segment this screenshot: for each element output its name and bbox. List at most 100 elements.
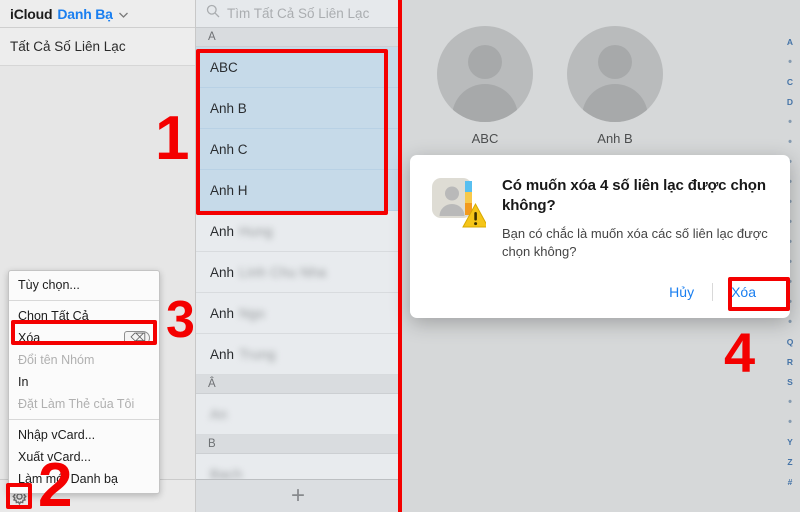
add-contact-button[interactable]: + [291, 484, 305, 508]
contact-row[interactable]: Anh Ngo [196, 293, 400, 334]
panel-divider-line [398, 0, 402, 512]
menu-separator [9, 419, 159, 420]
avatar[interactable]: ABC [437, 26, 533, 146]
cancel-button[interactable]: Hủy [655, 280, 708, 304]
step-marker-1: 1 [155, 104, 190, 173]
avatar-label: Anh B [597, 131, 633, 146]
dialog-actions: Hủy Xóa [430, 262, 770, 318]
alphabet-index-item[interactable]: • [788, 392, 792, 412]
contact-row[interactable]: Anh Trung [196, 334, 400, 375]
contact-name-redacted: Trung [239, 346, 276, 362]
alphabet-index-item[interactable]: A [787, 32, 793, 52]
menu-item-preferences[interactable]: Tùy chọn... [9, 274, 159, 296]
alphabet-index-item[interactable]: • [788, 52, 792, 72]
sidebar-header[interactable]: iCloud Danh Bạ [0, 0, 195, 28]
section-header: B [196, 435, 400, 454]
menu-item-import-vcard[interactable]: Nhập vCard... [9, 424, 159, 446]
contact-name: Anh C [210, 141, 248, 157]
contact-row-anh-b[interactable]: Anh B [196, 88, 400, 129]
menu-item-print[interactable]: In [9, 371, 159, 393]
menu-item-label: Tùy chọn... [18, 278, 80, 292]
delete-confirmation-dialog: Có muốn xóa 4 số liên lạc được chọn khôn… [410, 155, 790, 318]
contacts-warning-icon [430, 175, 489, 231]
person-avatar-icon [567, 26, 663, 122]
menu-item-label: In [18, 375, 29, 389]
icloud-brand-label: iCloud [10, 5, 53, 22]
alphabet-index-item[interactable]: • [788, 412, 792, 432]
search-glyph [206, 4, 220, 18]
contact-row-anh-h[interactable]: Anh H [196, 170, 400, 211]
chevron-down-glyph [118, 12, 128, 18]
section-header: Â [196, 375, 400, 394]
contact-name-redacted: Hung [239, 223, 273, 239]
contact-name: Anh [210, 346, 235, 362]
contact-name: Anh [210, 264, 235, 280]
dialog-title: Có muốn xóa 4 số liên lạc được chọn khôn… [502, 177, 766, 214]
menu-item-select-all[interactable]: Chọn Tất Cả [9, 305, 159, 327]
alphabet-index-item[interactable]: S [787, 372, 793, 392]
search-icon [206, 4, 220, 23]
contact-list-column: Tìm Tất Cả Số Liên Lạc A ABC Anh B Anh C… [196, 0, 401, 512]
menu-item-label: Nhập vCard... [18, 428, 96, 442]
contact-list-scroll[interactable]: A ABC Anh B Anh C Anh H Anh Hung Anh Lin… [196, 28, 400, 479]
contact-name: Anh [210, 223, 235, 239]
contact-name: Anh H [210, 182, 248, 198]
contact-name-redacted: An [210, 406, 228, 422]
chevron-down-icon[interactable] [118, 10, 128, 20]
menu-item-refresh-contacts[interactable]: Làm mới Danh bạ [9, 468, 159, 490]
contact-row[interactable]: Anh Linh Chu Nha [196, 252, 400, 293]
step-marker-2: 2 [38, 451, 73, 512]
section-header: A [196, 28, 400, 47]
contact-name-redacted: Ngo [239, 305, 265, 321]
contact-name-redacted: Linh Chu Nha [239, 264, 327, 280]
contact-list-toolbar: + [196, 479, 400, 512]
menu-item-label: Chọn Tất Cả [18, 309, 89, 323]
selected-contacts-avatars: ABC Anh B [401, 0, 800, 146]
sidebar-item-label: Tất Cả Số Liên Lạc [10, 39, 126, 54]
contact-row[interactable]: An [196, 394, 400, 435]
alphabet-index-item[interactable]: Z [787, 452, 792, 472]
delete-key-icon: ⌫ [124, 331, 150, 345]
app-name-label: Danh Bạ [57, 5, 113, 22]
alphabet-index-item[interactable]: R [787, 352, 793, 372]
search-bar[interactable]: Tìm Tất Cả Số Liên Lạc [196, 0, 400, 28]
search-input[interactable]: Tìm Tất Cả Số Liên Lạc [227, 6, 369, 21]
contact-row[interactable]: Anh Hung [196, 211, 400, 252]
menu-item-label: Đổi tên Nhóm [18, 353, 95, 367]
dialog-message: Bạn có chắc là muốn xóa các số liên lạc … [502, 225, 768, 260]
alphabet-index-item[interactable]: # [788, 472, 793, 492]
alphabet-index-item[interactable]: • [788, 132, 792, 152]
contact-row[interactable]: Bach [196, 454, 400, 480]
menu-item-set-my-card: Đặt Làm Thẻ của Tôi [9, 393, 159, 415]
dialog-body: Có muốn xóa 4 số liên lạc được chọn khôn… [430, 175, 770, 262]
contact-row-abc[interactable]: ABC [196, 47, 400, 88]
contacts-warning-glyph [432, 178, 489, 228]
sidebar-item-all-contacts[interactable]: Tất Cả Số Liên Lạc [0, 28, 195, 66]
screenshot-root: iCloud Danh Bạ Tất Cả Số Liên Lạc Tìm Tấ… [0, 0, 800, 512]
delete-button[interactable]: Xóa [717, 280, 770, 304]
menu-item-export-vcard[interactable]: Xuất vCard... [9, 446, 159, 468]
settings-context-menu: Tùy chọn... Chọn Tất Cả Xóa ⌫ Đổi tên Nh… [8, 270, 160, 494]
dialog-text: Có muốn xóa 4 số liên lạc được chọn khôn… [502, 175, 770, 262]
step-marker-4: 4 [724, 321, 756, 384]
contact-row-anh-c[interactable]: Anh C [196, 129, 400, 170]
contact-name: ABC [210, 59, 238, 75]
button-divider [712, 282, 714, 301]
avatar[interactable]: Anh B [567, 26, 663, 146]
alphabet-index-item[interactable]: D [787, 92, 793, 112]
step-marker-3: 3 [166, 291, 195, 349]
menu-item-label: Đặt Làm Thẻ của Tôi [18, 397, 135, 411]
alphabet-index-item[interactable]: Q [787, 332, 794, 352]
menu-item-label: Xóa [18, 331, 41, 345]
alphabet-index-item[interactable]: • [788, 112, 792, 132]
contact-name: Anh [210, 305, 235, 321]
avatar-label: ABC [471, 131, 499, 146]
person-avatar-icon [437, 26, 533, 122]
contact-name: Anh B [210, 100, 247, 116]
alphabet-index-item[interactable]: Y [787, 432, 793, 452]
menu-separator [9, 300, 159, 301]
contact-name-redacted: Bach [210, 466, 243, 480]
alphabet-index-item[interactable]: C [787, 72, 793, 92]
menu-item-rename-group: Đổi tên Nhóm [9, 349, 159, 371]
menu-item-delete[interactable]: Xóa ⌫ [9, 327, 159, 349]
